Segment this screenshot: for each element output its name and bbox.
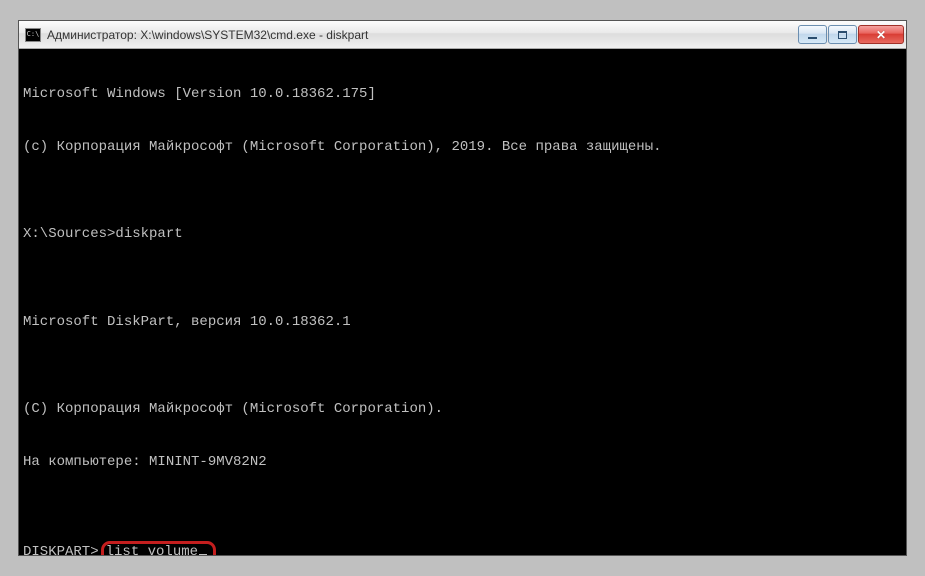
window-controls: ✕ bbox=[797, 25, 904, 44]
prompt-line: DISKPART> list volume bbox=[23, 541, 902, 555]
titlebar[interactable]: C:\ Администратор: X:\windows\SYSTEM32\c… bbox=[19, 21, 906, 49]
command-highlight: list volume bbox=[101, 541, 216, 555]
close-icon: ✕ bbox=[876, 29, 886, 41]
output-line: На компьютере: MININT-9MV82N2 bbox=[23, 454, 902, 472]
cmd-icon-label: C:\ bbox=[27, 31, 40, 38]
maximize-icon bbox=[838, 31, 847, 39]
cmd-window: C:\ Администратор: X:\windows\SYSTEM32\c… bbox=[18, 20, 907, 556]
minimize-button[interactable] bbox=[798, 25, 827, 44]
terminal-output[interactable]: Microsoft Windows [Version 10.0.18362.17… bbox=[19, 49, 906, 555]
output-line: (c) Корпорация Майкрософт (Microsoft Cor… bbox=[23, 139, 902, 157]
diskpart-prompt: DISKPART> bbox=[23, 544, 99, 555]
window-title: Администратор: X:\windows\SYSTEM32\cmd.e… bbox=[47, 28, 797, 42]
cmd-icon: C:\ bbox=[25, 28, 41, 42]
typed-command: list volume bbox=[106, 544, 198, 555]
output-line: Microsoft Windows [Version 10.0.18362.17… bbox=[23, 86, 902, 104]
close-button[interactable]: ✕ bbox=[858, 25, 904, 44]
output-line: (C) Корпорация Майкрософт (Microsoft Cor… bbox=[23, 401, 902, 419]
text-cursor bbox=[199, 554, 207, 555]
output-line: Microsoft DiskPart, версия 10.0.18362.1 bbox=[23, 314, 902, 332]
minimize-icon bbox=[808, 36, 817, 39]
maximize-button[interactable] bbox=[828, 25, 857, 44]
output-line: X:\Sources>diskpart bbox=[23, 226, 902, 244]
